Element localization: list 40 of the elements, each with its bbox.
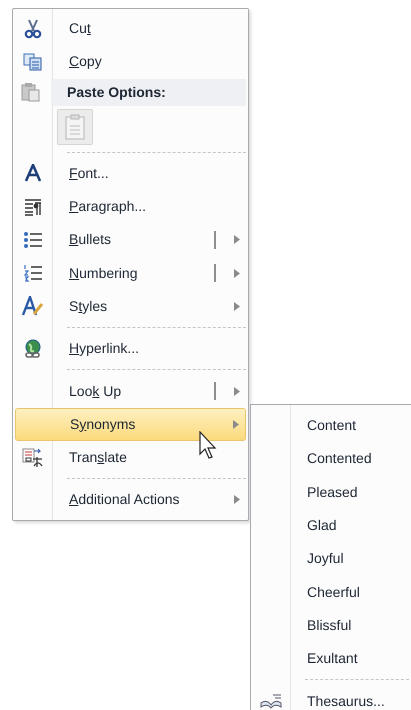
copy-icon bbox=[23, 52, 43, 71]
menu-item[interactable]: Pleased bbox=[253, 476, 409, 509]
bullets-icon bbox=[23, 230, 43, 249]
font-icon bbox=[24, 164, 42, 182]
book-icon bbox=[259, 693, 283, 710]
menu-item[interactable]: Hyperlink... bbox=[15, 332, 246, 366]
styles-icon bbox=[22, 296, 44, 316]
globe-link-icon bbox=[23, 338, 43, 359]
menu-item[interactable]: Styles bbox=[15, 290, 246, 324]
menu-item[interactable]: Paragraph... bbox=[15, 190, 246, 224]
numbering-icon bbox=[23, 264, 43, 282]
menu-item[interactable]: Content bbox=[253, 409, 409, 442]
menu-item[interactable]: Look Up bbox=[15, 374, 246, 408]
paragraph-icon bbox=[23, 198, 43, 216]
menu-item[interactable]: Font... bbox=[15, 156, 246, 190]
menu-item[interactable]: Bullets bbox=[15, 223, 246, 256]
submenu-arrow-icon bbox=[233, 420, 239, 429]
clipboard-icon bbox=[21, 82, 41, 102]
menu-item[interactable]: Glad bbox=[253, 508, 409, 542]
submenu-arrow-icon bbox=[234, 302, 240, 311]
menu-item[interactable]: Numbering bbox=[15, 256, 246, 290]
menu-item[interactable]: Copy bbox=[15, 45, 246, 79]
submenu-arrow-icon bbox=[234, 268, 240, 278]
submenu-arrow-icon bbox=[234, 235, 240, 244]
menu-item[interactable]: Additional Actions bbox=[15, 483, 246, 517]
menu-item[interactable]: Translate bbox=[15, 440, 246, 474]
submenu-arrow-icon bbox=[234, 495, 240, 504]
clipboard-icon bbox=[64, 114, 86, 140]
mouse-pointer-icon bbox=[199, 431, 219, 461]
submenu-arrow-icon bbox=[234, 386, 240, 396]
scissors-icon bbox=[24, 18, 42, 39]
translate-icon bbox=[22, 448, 44, 468]
menu-item[interactable]: Thesaurus... bbox=[253, 684, 409, 710]
menu-item[interactable]: Exultant bbox=[253, 642, 409, 676]
menu-item[interactable]: Joyful bbox=[253, 542, 409, 576]
menu-item[interactable]: Contented bbox=[253, 442, 409, 476]
menu-item[interactable]: Cut bbox=[15, 12, 246, 46]
menu-item[interactable]: Synonyms bbox=[15, 408, 246, 441]
menu-item[interactable]: Cheerful bbox=[253, 575, 409, 609]
menu-item[interactable]: Blissful bbox=[253, 608, 409, 642]
